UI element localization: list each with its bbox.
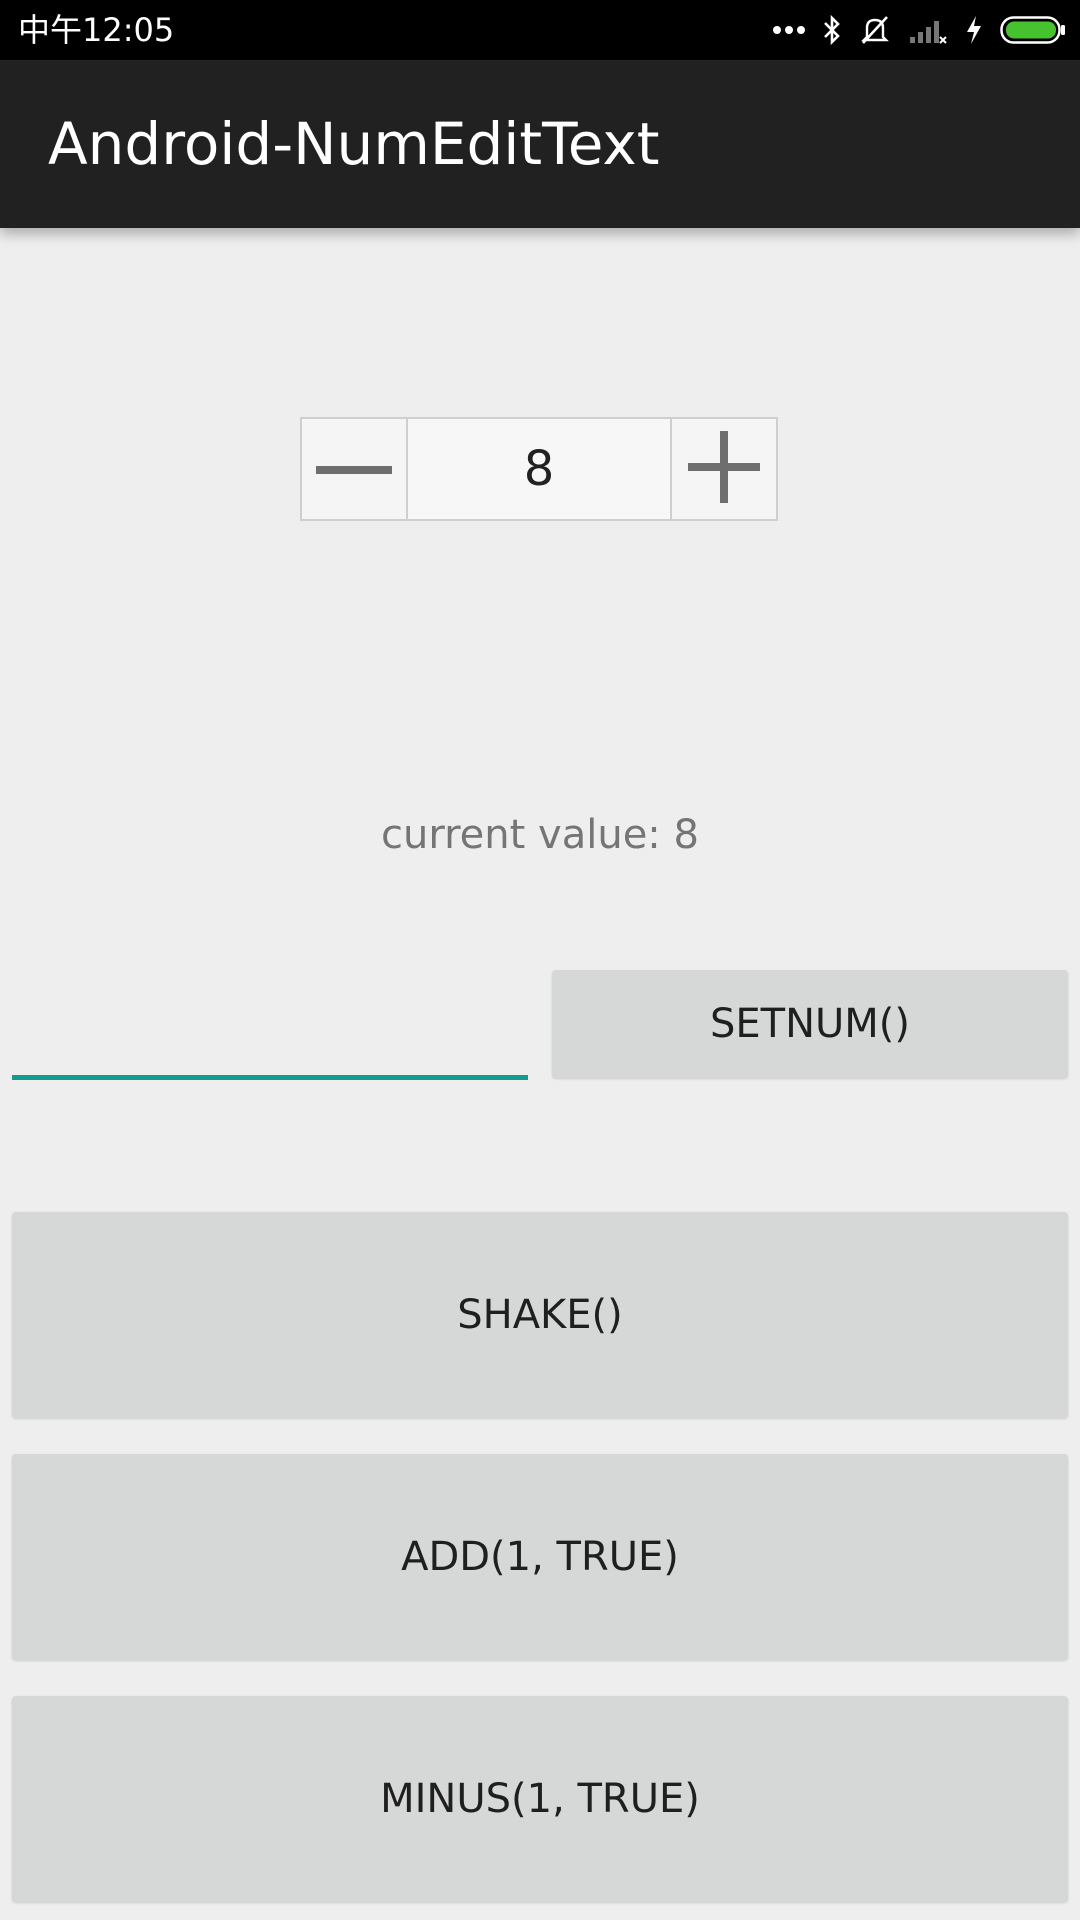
status-icons xyxy=(772,12,1066,48)
current-value-label: current value: 8 xyxy=(381,812,699,858)
setnum-button[interactable]: SETNUM() xyxy=(552,970,1068,1078)
battery-icon xyxy=(1000,15,1066,45)
num-edit-stepper: 8 xyxy=(300,417,778,521)
status-bar: 中午12:05 xyxy=(0,0,1080,60)
minus-button[interactable]: MINUS(1, TRUE) xyxy=(12,1696,1068,1902)
set-number-input[interactable] xyxy=(12,980,528,1080)
decrement-button[interactable] xyxy=(302,419,408,519)
status-time: 中午12:05 xyxy=(18,11,175,49)
plus-icon xyxy=(688,431,760,507)
num-value-field[interactable]: 8 xyxy=(408,419,670,519)
more-dots-icon xyxy=(772,25,806,35)
signal-icon xyxy=(908,15,948,45)
ringer-off-icon xyxy=(858,13,892,47)
shake-button[interactable]: SHAKE() xyxy=(12,1212,1068,1418)
charging-icon xyxy=(964,14,984,46)
minus-icon xyxy=(316,460,392,479)
app-bar: Android-NumEditText xyxy=(0,60,1080,228)
bluetooth-icon xyxy=(822,14,842,46)
add-button[interactable]: ADD(1, TRUE) xyxy=(12,1454,1068,1660)
increment-button[interactable] xyxy=(670,419,776,519)
app-title: Android-NumEditText xyxy=(48,110,660,178)
